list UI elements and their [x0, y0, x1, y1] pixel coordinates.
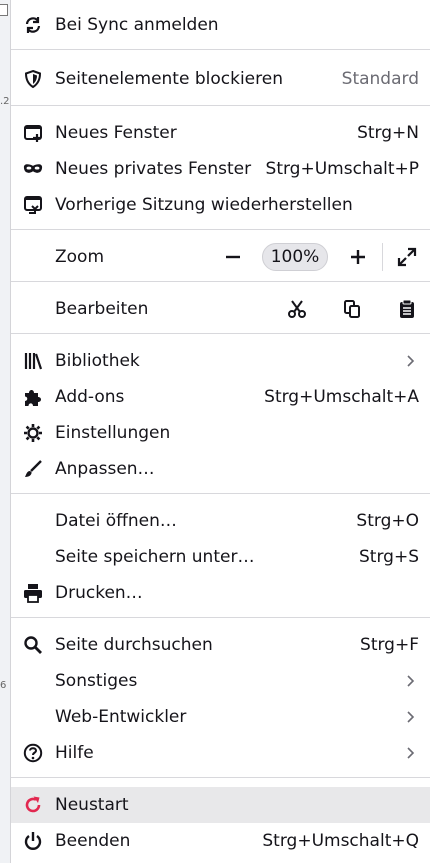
menu-item-label: Anpassen… [55, 459, 155, 479]
printer-icon [23, 583, 43, 603]
menu-item-zoom: Zoom 100% [11, 239, 430, 275]
app-menu-panel: Bei Sync anmelden Seitenelemente blockie… [11, 0, 430, 863]
zoom-reset-button[interactable]: 100% [262, 243, 328, 271]
menu-item-private-window[interactable]: Neues privates Fenster Strg+Umschalt+P [11, 151, 430, 187]
menu-item-help[interactable]: Hilfe [11, 735, 430, 771]
shortcut-text: Strg+O [356, 511, 419, 531]
menu-item-addons[interactable]: Add-ons Strg+Umschalt+A [11, 379, 430, 415]
menu-item-label: Seite durchsuchen [55, 635, 213, 655]
edit-label: Bearbeiten [55, 299, 149, 319]
menu-separator [11, 333, 430, 334]
copy-icon [344, 300, 360, 318]
menu-item-quit[interactable]: Beenden Strg+Umschalt+Q [11, 823, 430, 859]
shortcut-text: Strg+Umschalt+P [265, 159, 419, 179]
brush-icon [23, 459, 43, 479]
menu-item-label: Datei öffnen… [55, 511, 177, 531]
menu-item-label: Bibliothek [55, 351, 140, 371]
menu-item-label: Hilfe [55, 743, 94, 763]
menu-separator [11, 617, 430, 618]
power-icon [23, 831, 43, 851]
library-icon [23, 351, 43, 371]
menu-separator [11, 777, 430, 778]
shortcut-text: Strg+Umschalt+Q [262, 831, 419, 851]
restore-session-icon [23, 195, 43, 215]
menu-separator [11, 281, 430, 282]
cut-button[interactable] [286, 298, 308, 320]
shortcut-text: Strg+Umschalt+A [264, 387, 419, 407]
background-window-edge: .2 6 [0, 0, 11, 863]
zoom-in-button[interactable] [347, 246, 369, 268]
fullscreen-button[interactable] [396, 246, 418, 268]
scissors-icon [288, 300, 306, 318]
menu-item-label: Seitenelemente blockieren [55, 69, 283, 89]
menu-item-label: Add-ons [55, 387, 125, 407]
menu-item-label: Drucken… [55, 583, 143, 603]
background-window-icon [0, 4, 8, 16]
help-icon [23, 743, 43, 763]
menu-item-settings[interactable]: Einstellungen [11, 415, 430, 451]
paste-button[interactable] [396, 298, 418, 320]
menu-item-sync[interactable]: Bei Sync anmelden [11, 7, 430, 43]
shield-icon [23, 69, 43, 89]
clipboard-icon [400, 299, 414, 318]
search-icon [23, 635, 43, 655]
menu-separator [11, 493, 430, 494]
gear-icon [23, 423, 43, 443]
menu-item-restore-session[interactable]: Vorherige Sitzung wiederherstellen [11, 187, 430, 223]
menu-separator [11, 49, 430, 50]
background-text-fragment: 6 [0, 680, 7, 691]
mask-icon [23, 159, 43, 179]
new-window-icon [23, 123, 43, 143]
menu-item-edit: Bearbeiten [11, 291, 430, 327]
menu-item-find-in-page[interactable]: Seite durchsuchen Strg+F [11, 627, 430, 663]
sync-icon [23, 15, 43, 35]
menu-item-customize[interactable]: Anpassen… [11, 451, 430, 487]
menu-item-new-window[interactable]: Neues Fenster Strg+N [11, 115, 430, 151]
menu-item-more-tools[interactable]: Sonstiges [11, 663, 430, 699]
restart-icon [23, 795, 43, 815]
menu-item-tracking-protection[interactable]: Seitenelemente blockieren Standard [11, 61, 430, 97]
menu-item-label: Vorherige Sitzung wiederherstellen [55, 195, 353, 215]
menu-separator [11, 105, 430, 106]
copy-button[interactable] [341, 298, 363, 320]
menu-item-library[interactable]: Bibliothek [11, 343, 430, 379]
menu-item-label: Neues Fenster [55, 123, 177, 143]
menu-separator [11, 229, 430, 230]
menu-item-label: Seite speichern unter… [55, 547, 255, 567]
menu-item-print[interactable]: Drucken… [11, 575, 430, 611]
shortcut-text: Strg+S [359, 547, 419, 567]
tracking-protection-level: Standard [341, 69, 419, 89]
zoom-label: Zoom [55, 247, 105, 267]
chevron-right-icon [407, 711, 415, 723]
zoom-divider [382, 243, 383, 271]
menu-item-web-developer[interactable]: Web-Entwickler [11, 699, 430, 735]
puzzle-icon [23, 387, 43, 407]
chevron-right-icon [407, 355, 415, 367]
shortcut-text: Strg+F [360, 635, 419, 655]
menu-item-label: Einstellungen [55, 423, 171, 443]
menu-item-label: Neues privates Fenster [55, 159, 252, 179]
menu-item-open-file[interactable]: Datei öffnen… Strg+O [11, 503, 430, 539]
menu-item-save-page[interactable]: Seite speichern unter… Strg+S [11, 539, 430, 575]
fullscreen-icon [397, 247, 417, 267]
menu-item-label: Bei Sync anmelden [55, 15, 219, 35]
menu-item-label: Web-Entwickler [55, 707, 187, 727]
zoom-out-button[interactable] [222, 246, 244, 268]
chevron-right-icon [407, 675, 415, 687]
menu-item-restart[interactable]: Neustart [11, 787, 430, 823]
menu-item-label: Neustart [55, 795, 129, 815]
menu-item-label: Beenden [55, 831, 131, 851]
chevron-right-icon [407, 747, 415, 759]
background-text-fragment: .2 [0, 96, 10, 107]
menu-item-label: Sonstiges [55, 671, 138, 691]
shortcut-text: Strg+N [357, 123, 419, 143]
